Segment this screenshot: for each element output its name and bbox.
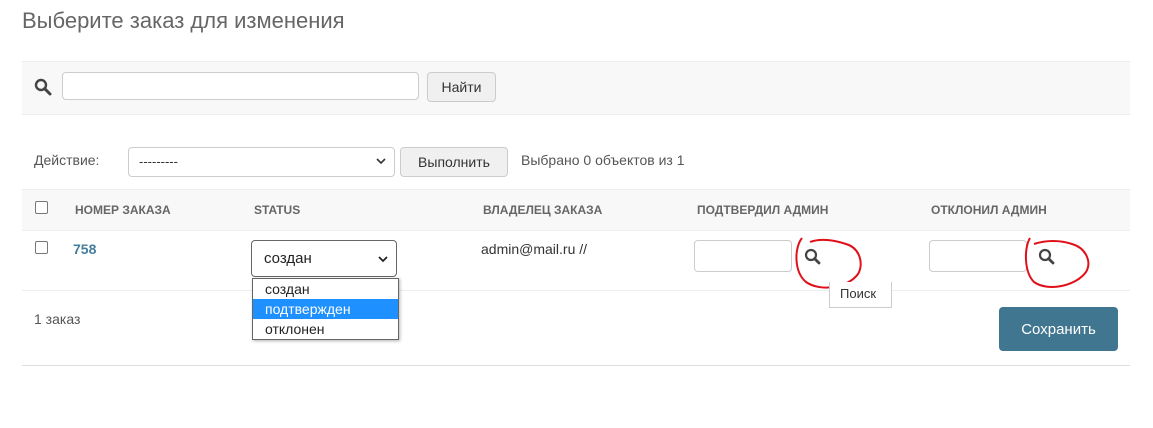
column-header-confirmed-admin[interactable]: ПОДТВЕРДИЛ АДМИН	[697, 203, 828, 217]
search-icon[interactable]	[1038, 248, 1056, 266]
chevron-down-icon	[378, 256, 388, 263]
status-dropdown-list[interactable]: создан подтвержден отклонен	[252, 278, 399, 340]
row-checkbox[interactable]	[35, 241, 48, 254]
rejected-admin-input[interactable]	[929, 240, 1027, 272]
search-tooltip: Поиск	[829, 282, 892, 308]
status-select-value: создан	[264, 250, 312, 267]
order-owner: admin@mail.ru //	[481, 241, 588, 257]
status-option[interactable]: отклонен	[253, 319, 398, 339]
search-icon[interactable]	[804, 248, 822, 266]
result-count: 1 заказ	[34, 311, 81, 327]
column-header-status[interactable]: STATUS	[254, 203, 300, 217]
column-header-rejected-admin[interactable]: ОТКЛОНИЛ АДМИН	[931, 203, 1047, 217]
column-header-order-number[interactable]: НОМЕР ЗАКАЗА	[75, 203, 171, 217]
status-option-highlighted[interactable]: подтвержден	[253, 299, 398, 319]
status-select[interactable]: создан	[251, 240, 397, 277]
action-select[interactable]: ---------	[128, 147, 395, 177]
search-icon	[34, 78, 52, 96]
confirmed-admin-input[interactable]	[694, 240, 792, 272]
save-button[interactable]: Сохранить	[999, 307, 1118, 351]
column-header-owner[interactable]: ВЛАДЕЛЕЦ ЗАКАЗА	[483, 203, 602, 217]
select-all-checkbox[interactable]	[35, 201, 48, 214]
run-action-button[interactable]: Выполнить	[400, 147, 508, 177]
footer-divider	[22, 365, 1130, 366]
annotation-circle	[1024, 237, 1090, 288]
page-title: Выберите заказ для изменения	[22, 8, 345, 33]
search-input[interactable]	[62, 72, 419, 100]
row-divider	[22, 290, 1130, 291]
status-option[interactable]: создан	[253, 279, 398, 299]
action-select-value: ---------	[139, 154, 178, 169]
search-button[interactable]: Найти	[427, 72, 496, 102]
chevron-down-icon	[376, 158, 386, 165]
order-number-link[interactable]: 758	[73, 241, 96, 257]
action-label: Действие:	[34, 152, 100, 168]
selection-count: Выбрано 0 объектов из 1	[521, 152, 685, 168]
